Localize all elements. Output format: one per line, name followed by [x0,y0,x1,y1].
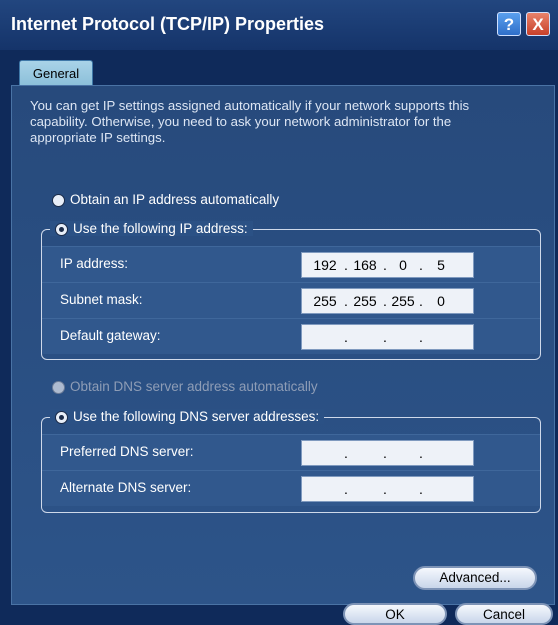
preferred-dns-row: Preferred DNS server: . . . [42,434,540,470]
use-ip-manual-radio[interactable] [55,222,68,236]
advanced-button-label: Advanced... [439,570,511,585]
alternate-dns-label: Alternate DNS server: [60,480,192,495]
cancel-button-label: Cancel [482,607,526,622]
ip-octet-3: 0 [399,257,407,273]
tcpip-properties-dialog: Internet Protocol (TCP/IP) Properties ? … [0,0,558,625]
ip-octet-4: 5 [437,257,445,273]
subnet-octet-2: 255 [353,293,377,309]
default-gateway-label: Default gateway: [60,328,161,343]
alternate-dns-input[interactable]: . . . [301,476,474,502]
default-gateway-row: Default gateway: . . . [42,318,540,354]
intro-text: You can get IP settings assigned automat… [30,98,470,145]
use-ip-manual-label: Use the following IP address: [73,221,248,236]
cancel-button[interactable]: Cancel [455,603,553,625]
use-dns-manual-option[interactable]: Use the following DNS server addresses: [50,409,325,424]
obtain-dns-auto-label: Obtain DNS server address automatically [70,379,318,394]
obtain-ip-auto-option[interactable]: Obtain an IP address automatically [52,192,279,207]
help-button[interactable]: ? [497,12,521,36]
obtain-dns-auto-option[interactable]: Obtain DNS server address automatically [52,379,318,394]
alternate-dns-row: Alternate DNS server: . . . [42,470,540,506]
subnet-octet-4: 0 [437,293,445,309]
window-title: Internet Protocol (TCP/IP) Properties [11,14,325,34]
tab-general[interactable]: General [19,60,93,86]
advanced-button[interactable]: Advanced... [413,566,537,590]
use-dns-manual-label: Use the following DNS server addresses: [73,409,320,424]
ok-button-label: OK [385,607,405,622]
ip-octet-1: 192 [313,257,337,273]
close-button[interactable]: X [526,12,550,36]
preferred-dns-input[interactable]: . . . [301,440,474,466]
title-bar[interactable]: Internet Protocol (TCP/IP) Properties ? … [0,0,558,50]
subnet-mask-input[interactable]: 255 . 255 . 255 . 0 [301,288,474,314]
default-gateway-input[interactable]: . . . [301,324,474,350]
preferred-dns-label: Preferred DNS server: [60,444,194,459]
use-ip-manual-option[interactable]: Use the following IP address: [50,221,253,236]
obtain-dns-auto-radio[interactable] [52,380,65,394]
close-icon: X [532,15,544,34]
use-dns-manual-radio[interactable] [55,410,68,424]
subnet-octet-1: 255 [313,293,337,309]
subnet-octet-3: 255 [391,293,415,309]
help-icon: ? [503,15,515,34]
tab-general-label: General [32,66,80,81]
obtain-ip-auto-radio[interactable] [52,193,65,207]
ok-button[interactable]: OK [343,603,447,625]
ip-octet-2: 168 [353,257,377,273]
obtain-ip-auto-label: Obtain an IP address automatically [70,192,280,207]
ip-address-label: IP address: [60,256,129,271]
subnet-mask-label: Subnet mask: [60,292,143,307]
subnet-mask-row: Subnet mask: 255 . 255 . 255 . 0 [42,282,540,318]
ip-address-row: IP address: 192 . 168 . 0 . 5 [42,246,540,282]
ip-address-input[interactable]: 192 . 168 . 0 . 5 [301,252,474,278]
